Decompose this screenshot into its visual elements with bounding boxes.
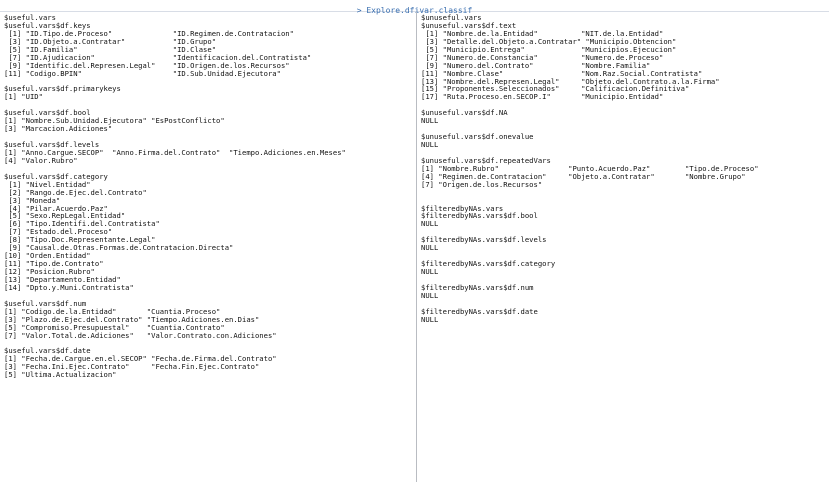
console-line: [4] "Valor.Rubro"	[4, 155, 78, 165]
console-line: [7] "Origen.de.los.Recursos"	[421, 179, 543, 189]
console-line: $filteredbyNAs.vars$df.category	[421, 259, 556, 269]
console-line: $filteredbyNAs.vars$df.num	[421, 282, 534, 292]
console-line: [17] "Ruta.Proceso.en.SECOP.I" "Municipi…	[421, 92, 664, 102]
console-line: [1] "UID"	[4, 92, 43, 102]
console-title-bar: > Explore.dfivar.classif	[0, 0, 829, 15]
console-line: NULL	[421, 140, 439, 149]
console-line: NULL	[421, 290, 439, 300]
console-line: [11] "Codigo.BPIN" "ID.Sub.Unidad.Ejecut…	[4, 68, 281, 78]
console-line: $filteredbyNAs.vars$df.bool	[421, 211, 538, 221]
console-line: [7] "Valor.Total.de.Adiciones" "Valor.Co…	[4, 330, 277, 340]
console-line: [14] "Dpto.y.Muni.Contratista"	[4, 282, 134, 292]
console-line: $filteredbyNAs.vars$df.levels	[421, 235, 547, 245]
console-line: [3] "Marcacion.Adiciones"	[4, 124, 113, 134]
console-line: NULL	[421, 116, 439, 126]
console-line: NULL	[421, 219, 439, 229]
pane-divider	[416, 12, 417, 482]
console-line: $useful.vars$df.primarykeys	[4, 84, 121, 94]
console-line: $unuseful.vars$df.NA	[421, 108, 508, 118]
console-line: $filteredbyNAs.vars$df.date	[421, 306, 538, 316]
left-console-output: $useful.vars $useful.vars$df.keys [1] "ID…	[4, 14, 346, 379]
right-console-output: $unuseful.vars $unuseful.vars$df.text [1]…	[421, 14, 759, 324]
console-line: [5] "Ultima.Actualizacion"	[4, 370, 117, 380]
console-line: NULL	[421, 267, 439, 276]
console-line: NULL	[421, 314, 439, 324]
console-line: NULL	[421, 243, 439, 253]
console-line: $unuseful.vars$df.onevalue	[421, 132, 534, 142]
